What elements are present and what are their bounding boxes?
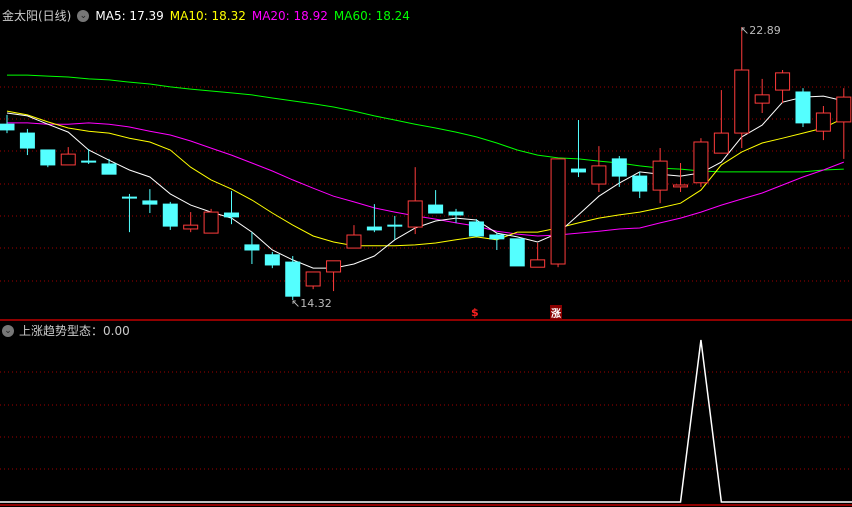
- candle-body: [734, 69, 750, 134]
- low-annotation: ↖14.32: [291, 297, 332, 310]
- candle-body: [244, 244, 260, 251]
- main-legend: 金太阳(日线) ⌄ MA5: 17.39 MA10: 18.32 MA20: 1…: [2, 7, 416, 24]
- ma60-label: MA60: 18.24: [333, 8, 410, 23]
- candle-body: [224, 212, 240, 218]
- candle-body: [264, 254, 280, 266]
- low-label: 14.32: [300, 297, 332, 310]
- candle-body: [611, 158, 627, 177]
- candle-body: [326, 260, 342, 273]
- candle-body: [428, 204, 444, 214]
- candle-body: [203, 211, 219, 234]
- candle-body: [530, 259, 546, 268]
- candle-body: [285, 261, 301, 297]
- candle-body: [489, 234, 505, 240]
- candle-body: [693, 141, 709, 184]
- signal-rise: 涨: [550, 305, 562, 320]
- candle-body: [550, 158, 566, 265]
- candle-body: [81, 160, 97, 163]
- candle-body: [183, 224, 199, 230]
- candle-body: [0, 123, 15, 131]
- candle-body: [305, 271, 321, 287]
- high-label: 22.89: [749, 24, 781, 37]
- indicator-legend: ⌄ 上涨趋势型态 ：0.00: [2, 322, 130, 339]
- high-annotation: ↖22.89: [740, 24, 781, 37]
- candle-body: [448, 211, 464, 216]
- candle-body: [387, 224, 403, 227]
- candle-body: [754, 94, 770, 104]
- indicator-value: ：0.00: [91, 324, 130, 338]
- candle-body: [40, 149, 56, 166]
- candle-body: [142, 200, 158, 205]
- ma10-line: [6, 110, 845, 247]
- ma5-label: MA5: 17.39: [95, 8, 164, 23]
- indicator-title: 上涨趋势型态: [19, 324, 92, 338]
- candle-body: [795, 91, 811, 124]
- candle-body: [632, 175, 648, 192]
- candle-body: [60, 153, 76, 166]
- chevron-down-icon[interactable]: ⌄: [2, 324, 14, 337]
- candle-body: [346, 234, 362, 249]
- candle-body: [468, 221, 484, 237]
- candle-body: [591, 165, 607, 185]
- candle-body: [162, 203, 178, 227]
- candle-body: [836, 96, 852, 123]
- candle-body: [673, 184, 689, 188]
- candle-body: [121, 196, 137, 199]
- chevron-down-icon[interactable]: ⌄: [77, 9, 90, 22]
- indicator-line: [7, 339, 852, 503]
- candle-body: [815, 112, 831, 132]
- stock-title: 金太阳(日线): [2, 9, 72, 23]
- candle-body: [366, 226, 382, 231]
- ma60-line: [7, 74, 844, 173]
- candle-body: [775, 72, 791, 91]
- ma10-label: MA10: 18.32: [169, 8, 246, 23]
- candle-body: [509, 238, 525, 267]
- candlestick-chart[interactable]: [0, 0, 852, 507]
- ma5-line: [6, 95, 844, 269]
- candle-body: [101, 163, 117, 175]
- candle-body: [713, 132, 729, 154]
- candle-body: [570, 168, 586, 173]
- signal-dollar: $: [471, 306, 479, 319]
- candle-body: [652, 160, 668, 191]
- candle-body: [19, 132, 35, 149]
- candle-body: [407, 200, 423, 228]
- ma20-label: MA20: 18.92: [251, 8, 328, 23]
